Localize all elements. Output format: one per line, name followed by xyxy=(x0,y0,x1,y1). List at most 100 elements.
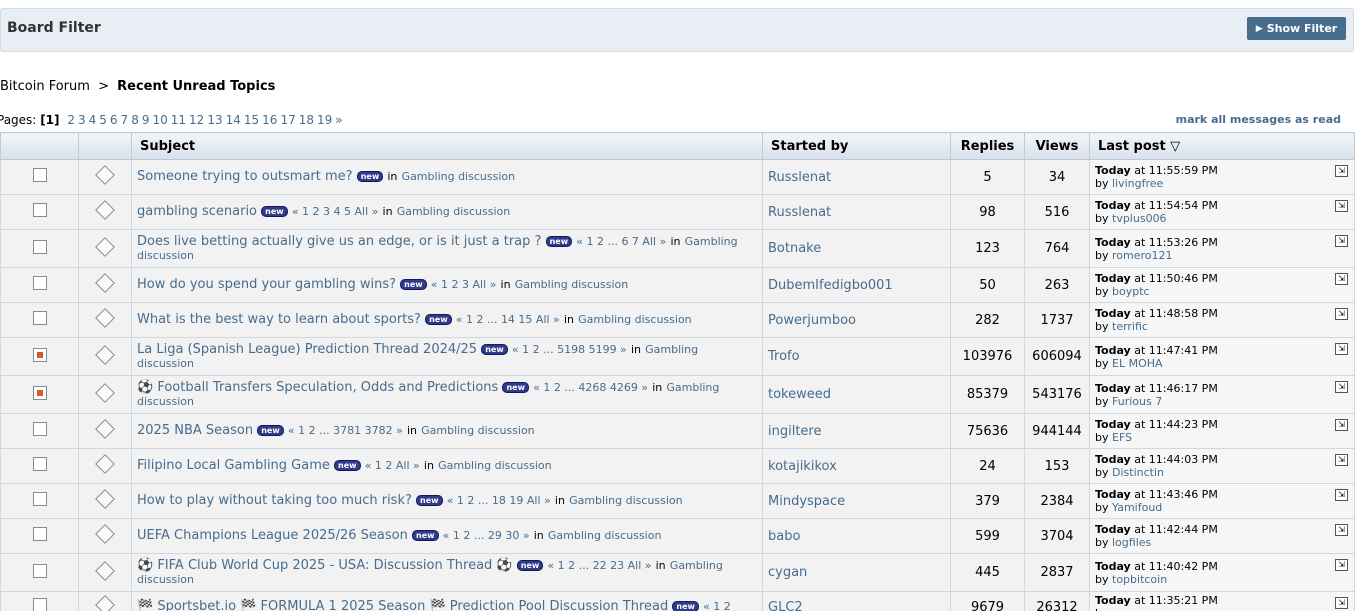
topic-pagination[interactable]: « 1 2 All » xyxy=(365,459,420,472)
last-post-user[interactable]: romero121 xyxy=(1112,249,1173,262)
last-post-icon[interactable]: ⇲ xyxy=(1335,200,1348,212)
last-post-icon[interactable]: ⇲ xyxy=(1335,489,1348,501)
topic-title-link[interactable]: Football Transfers Speculation, Odds and… xyxy=(157,380,498,395)
new-badge[interactable]: new xyxy=(425,314,452,325)
starter-link[interactable]: Russlenat xyxy=(768,170,831,185)
last-post-icon[interactable]: ⇲ xyxy=(1335,235,1348,247)
last-post-user[interactable]: boyptc xyxy=(1112,285,1150,298)
topic-title-link[interactable]: Someone trying to outsmart me? xyxy=(137,169,353,184)
mark-all-read-link[interactable]: mark all messages as read xyxy=(1176,113,1341,126)
page-link[interactable]: 2 xyxy=(67,113,75,127)
last-post-user[interactable]: Distinctin xyxy=(1112,466,1164,479)
starter-link[interactable]: Powerjumboo xyxy=(768,313,856,328)
new-badge[interactable]: new xyxy=(400,279,427,290)
last-post-user[interactable]: livingfree xyxy=(1112,177,1163,190)
page-link[interactable]: 16 xyxy=(262,113,277,127)
new-badge[interactable]: new xyxy=(416,495,443,506)
new-badge[interactable]: new xyxy=(545,235,573,247)
last-post-user[interactable]: Yamifoud xyxy=(1112,501,1162,514)
page-link[interactable]: 17 xyxy=(280,113,295,127)
new-badge[interactable]: new xyxy=(257,425,284,436)
topic-pagination[interactable]: « 1 2 ... 29 30 » xyxy=(443,529,530,542)
starter-link[interactable]: cygan xyxy=(768,565,807,580)
last-post-user[interactable]: tvplus006 xyxy=(1112,212,1167,225)
topic-title-link[interactable]: Does live betting actually give us an ed… xyxy=(137,234,541,249)
topic-pagination[interactable]: « 1 2 3 All » xyxy=(431,278,497,291)
last-post-icon[interactable]: ⇲ xyxy=(1335,419,1348,431)
starter-link[interactable]: DubemIfedigbo001 xyxy=(768,278,893,293)
topic-title-link[interactable]: Sportsbet.io 🏁 FORMULA 1 2025 Season 🏁 P… xyxy=(157,599,668,611)
board-link[interactable]: Gambling discussion xyxy=(402,170,516,183)
page-link[interactable]: 9 xyxy=(142,113,150,127)
last-post-icon[interactable]: ⇲ xyxy=(1335,381,1348,393)
new-badge[interactable]: new xyxy=(672,601,699,611)
topic-pagination[interactable]: « 1 2 ... 4268 4269 » xyxy=(533,381,648,394)
show-filter-button[interactable]: ▶ Show Filter xyxy=(1247,17,1346,40)
last-post-user[interactable]: EFS xyxy=(1112,431,1132,444)
page-link[interactable]: 15 xyxy=(244,113,259,127)
topic-pagination[interactable]: « 1 2 xyxy=(703,600,731,611)
starter-link[interactable]: Trofo xyxy=(768,349,800,364)
board-link[interactable]: Gambling discussion xyxy=(548,529,662,542)
board-link[interactable]: Gambling discussion xyxy=(421,424,535,437)
topic-title-link[interactable]: How to play without taking too much risk… xyxy=(137,493,412,508)
topic-title-link[interactable]: gambling scenario xyxy=(137,204,257,219)
topic-pagination[interactable]: « 1 2 ... 3781 3782 » xyxy=(288,424,403,437)
board-link[interactable]: Gambling discussion xyxy=(569,494,683,507)
topic-pagination[interactable]: « 1 2 ... 22 23 All » xyxy=(547,559,651,572)
topic-title-link[interactable]: How do you spend your gambling wins? xyxy=(137,277,396,292)
new-badge[interactable]: new xyxy=(516,559,544,571)
page-link[interactable]: » xyxy=(335,113,342,127)
last-post-icon[interactable]: ⇲ xyxy=(1335,343,1348,355)
topic-title-link[interactable]: FIFA Club World Cup 2025 - USA: Discussi… xyxy=(157,558,512,573)
last-post-user[interactable]: logfiles xyxy=(1112,536,1151,549)
header-replies[interactable]: Replies xyxy=(950,132,1025,160)
last-post-icon[interactable]: ⇲ xyxy=(1335,454,1348,466)
board-link[interactable]: Gambling discussion xyxy=(397,205,511,218)
page-link[interactable]: 12 xyxy=(189,113,204,127)
last-post-icon[interactable]: ⇲ xyxy=(1335,165,1348,177)
page-link[interactable]: 4 xyxy=(89,113,97,127)
starter-link[interactable]: tokeweed xyxy=(768,387,831,402)
header-last-post[interactable]: Last post ▽ xyxy=(1089,132,1355,160)
last-post-icon[interactable]: ⇲ xyxy=(1335,273,1348,285)
topic-title-link[interactable]: La Liga (Spanish League) Prediction Thre… xyxy=(137,342,477,357)
topic-pagination[interactable]: « 1 2 3 4 5 All » xyxy=(292,205,379,218)
topic-pagination[interactable]: « 1 2 ... 5198 5199 » xyxy=(512,343,627,356)
page-link[interactable]: 14 xyxy=(226,113,241,127)
page-link[interactable]: 8 xyxy=(131,113,139,127)
starter-link[interactable]: babo xyxy=(768,529,800,544)
new-badge[interactable]: new xyxy=(481,343,508,355)
last-post-user[interactable]: terrific xyxy=(1112,320,1148,333)
starter-link[interactable]: ingiltere xyxy=(768,424,821,439)
page-link[interactable]: 10 xyxy=(152,113,167,127)
last-post-user[interactable]: topbitcoin xyxy=(1112,573,1167,586)
header-started-by[interactable]: Started by xyxy=(762,132,951,160)
topic-title-link[interactable]: UEFA Champions League 2025/26 Season xyxy=(137,528,408,543)
topic-pagination[interactable]: « 1 2 ... 18 19 All » xyxy=(447,494,551,507)
topic-title-link[interactable]: Filipino Local Gambling Game xyxy=(137,458,330,473)
topic-title-link[interactable]: What is the best way to learn about spor… xyxy=(137,312,421,327)
starter-link[interactable]: GLC2 xyxy=(768,600,803,611)
last-post-icon[interactable]: ⇲ xyxy=(1335,524,1348,536)
last-post-user[interactable]: Furious 7 xyxy=(1112,395,1162,408)
page-link[interactable]: 5 xyxy=(99,113,107,127)
page-link[interactable]: 3 xyxy=(78,113,86,127)
topic-pagination[interactable]: « 1 2 ... 6 7 All » xyxy=(576,235,666,248)
starter-link[interactable]: Mindyspace xyxy=(768,494,845,509)
page-link[interactable]: 18 xyxy=(299,113,314,127)
header-subject[interactable]: Subject xyxy=(131,132,763,160)
starter-link[interactable]: Russlenat xyxy=(768,205,831,220)
topic-title-link[interactable]: 2025 NBA Season xyxy=(137,423,253,438)
board-link[interactable]: Gambling discussion xyxy=(438,459,552,472)
last-post-icon[interactable]: ⇲ xyxy=(1335,559,1348,571)
new-badge[interactable]: new xyxy=(261,206,288,217)
new-badge[interactable]: new xyxy=(502,381,529,393)
starter-link[interactable]: kotajikikox xyxy=(768,459,837,474)
new-badge[interactable]: new xyxy=(412,530,439,541)
last-post-user[interactable]: EL MOHA xyxy=(1112,357,1163,370)
breadcrumb-root[interactable]: Bitcoin Forum xyxy=(0,79,90,94)
page-link[interactable]: 13 xyxy=(207,113,222,127)
header-views[interactable]: Views xyxy=(1024,132,1090,160)
last-post-icon[interactable]: ⇲ xyxy=(1335,597,1348,609)
